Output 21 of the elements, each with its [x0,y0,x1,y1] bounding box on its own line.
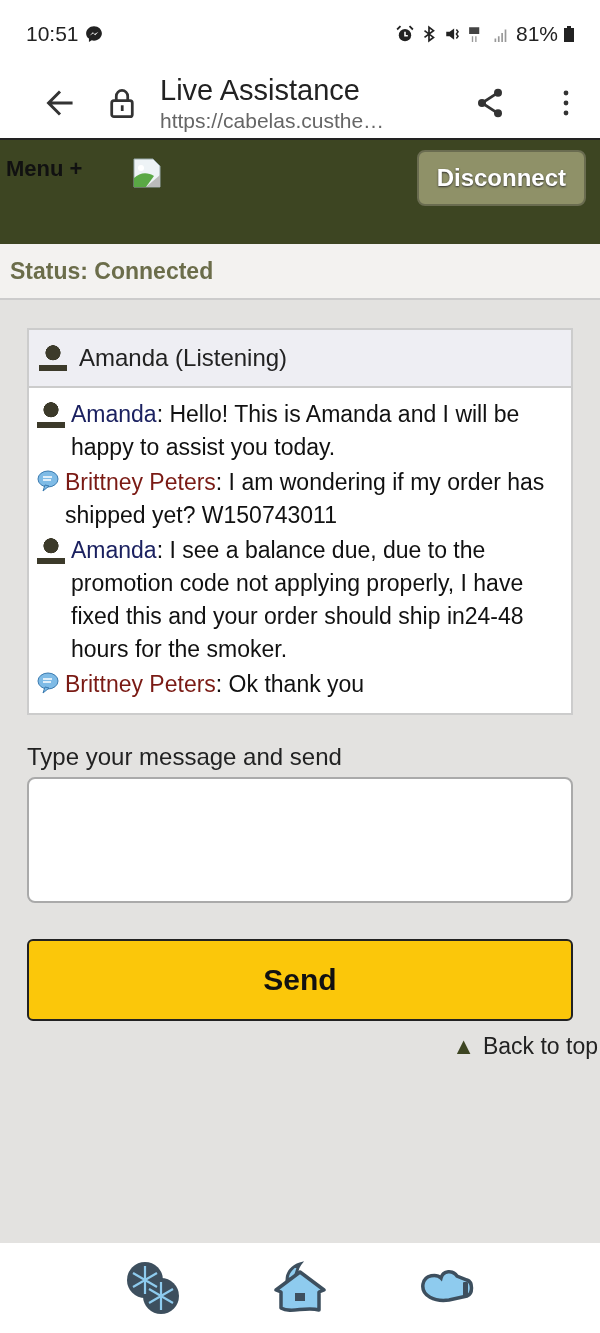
send-button[interactable]: Send [27,939,573,1021]
chat-message: Amanda: Hello! This is Amanda and I will be happy to assist you today. [71,400,521,462]
back-to-top-link[interactable]: ▲ Back to top [452,1033,598,1060]
speech-bubble-icon [37,672,59,694]
speech-bubble-icon [37,470,59,492]
battery-percent: 81% [515,22,558,46]
page-url[interactable]: https://cabelas.custhe… [160,108,474,133]
broken-image-icon [132,158,163,188]
page-title: Live Assistance [160,73,361,107]
alarm-icon [395,25,414,43]
connection-status: Status: Connected [10,257,214,285]
chat-message: Brittney Peters: Ok thank you [65,670,366,699]
disconnect-button[interactable]: Disconnect [416,150,586,206]
messenger-icon [84,25,103,43]
participant-name: Amanda (Listening) [79,344,288,372]
clock-time: 10:51 [26,22,79,46]
battery-icon [564,26,574,42]
chat-message: Brittney Peters: I am wondering if my order has shipped yet? W150743011 [65,468,546,530]
message-input[interactable] [27,777,573,903]
message-label: Type your message and send [27,743,343,771]
chat-message: Amanda: I see a balance due, due to the promotion code not applying properly, I have fixed this and your order should ship in24-48 hours for the smoker. [71,536,525,664]
